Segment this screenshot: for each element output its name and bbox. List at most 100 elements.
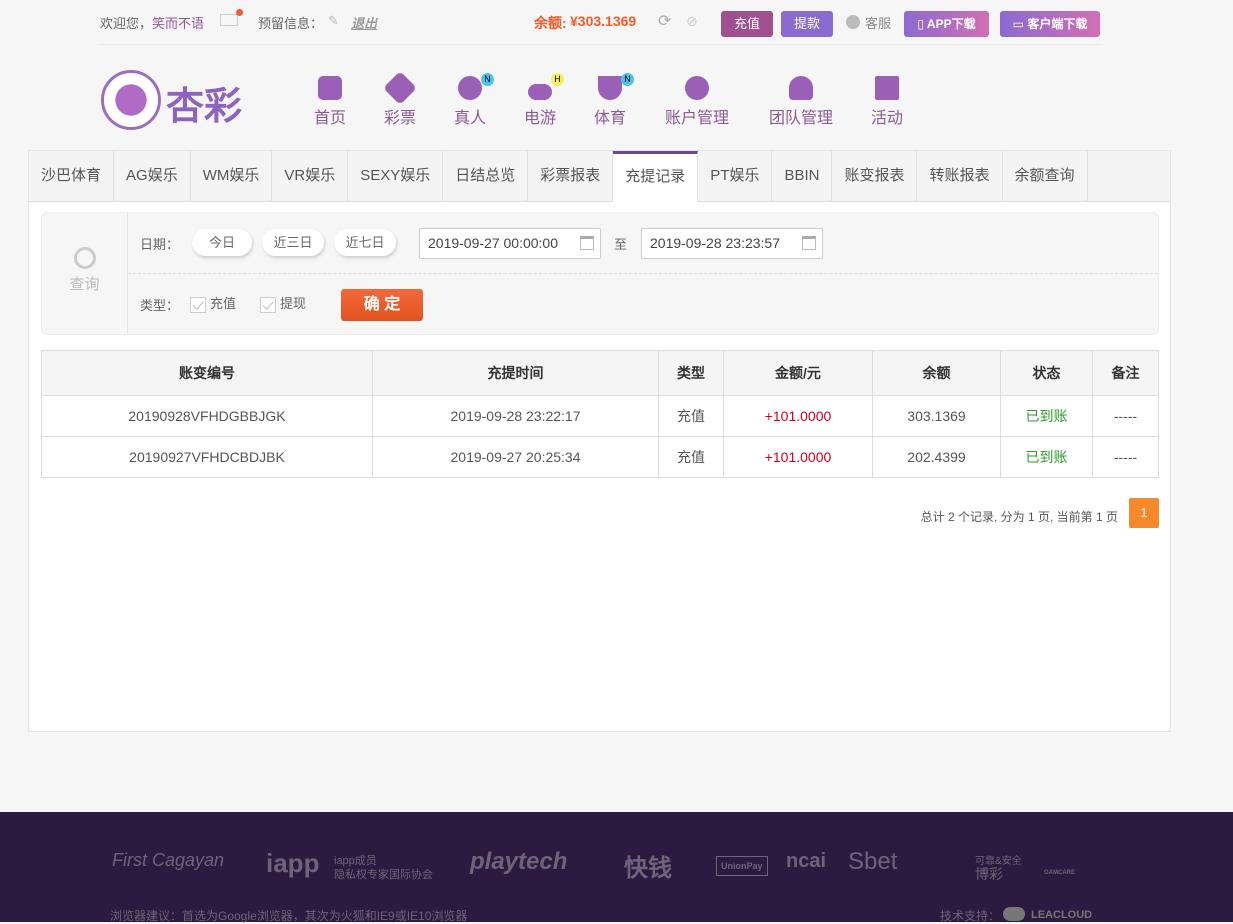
table-cell: 2019-09-27 20:25:34 bbox=[373, 437, 659, 478]
table-cell: 20190928VFHDGBBJGK bbox=[42, 396, 373, 437]
date-label: 日期： bbox=[140, 234, 179, 253]
home-icon bbox=[318, 76, 342, 100]
tab-2[interactable]: WM娱乐 bbox=[191, 151, 273, 201]
tab-6[interactable]: 彩票报表 bbox=[528, 151, 613, 201]
app-download-button[interactable]: ▯ APP下载 bbox=[904, 11, 989, 37]
table-cell: 充值 bbox=[659, 437, 724, 478]
table-cell: 2019-09-28 23:22:17 bbox=[373, 396, 659, 437]
page-1-button[interactable]: 1 bbox=[1129, 498, 1159, 528]
column-header: 类型 bbox=[659, 351, 724, 396]
service-icon[interactable] bbox=[846, 15, 860, 29]
dealer-icon: N bbox=[458, 76, 482, 100]
table-cell: 已到账 bbox=[1001, 396, 1093, 437]
hide-balance-icon[interactable]: ⊘ bbox=[686, 13, 698, 30]
partner-logo-first-cagayan: First Cagayan bbox=[112, 850, 224, 871]
deposit-button[interactable]: 充值 bbox=[721, 11, 773, 37]
gift-icon bbox=[875, 76, 899, 100]
nav-label: 彩票 bbox=[384, 110, 416, 127]
nav-team[interactable]: 团队管理 bbox=[767, 76, 835, 128]
withdraw-button[interactable]: 提款 bbox=[781, 11, 833, 37]
deposit-checkbox[interactable]: 充值 bbox=[190, 293, 236, 313]
nav-label: 电游 bbox=[524, 110, 556, 127]
nav-account[interactable]: 账户管理 bbox=[663, 76, 731, 128]
trophy-icon: N bbox=[598, 76, 622, 100]
tab-9[interactable]: BBIN bbox=[772, 151, 832, 201]
yen-coin-icon bbox=[685, 76, 709, 100]
edit-icon[interactable]: ✎ bbox=[328, 13, 339, 29]
last-3-days-button[interactable]: 近三日 bbox=[262, 229, 324, 256]
tab-7[interactable]: 充提记录 bbox=[613, 151, 698, 202]
username[interactable]: 笑而不语 bbox=[152, 13, 204, 32]
tab-8[interactable]: PT娱乐 bbox=[698, 151, 772, 201]
nav-label: 账户管理 bbox=[665, 110, 729, 127]
records-table: 账变编号充提时间类型金额/元余额状态备注 20190928VFHDGBBJGK2… bbox=[41, 350, 1159, 478]
tab-10[interactable]: 账变报表 bbox=[832, 151, 917, 201]
today-button[interactable]: 今日 bbox=[192, 229, 252, 256]
welcome-text: 欢迎您， bbox=[100, 13, 152, 32]
query-label: 查询 bbox=[42, 273, 127, 294]
tab-4[interactable]: SEXY娱乐 bbox=[348, 151, 443, 201]
tab-1[interactable]: AG娱乐 bbox=[114, 151, 191, 201]
deposit-checkbox-label: 充值 bbox=[210, 296, 236, 311]
table-cell: 20190927VFHDCBDJBK bbox=[42, 437, 373, 478]
nav-live[interactable]: N真人 bbox=[453, 76, 487, 128]
browser-tip: 浏览器建议：首选为Google浏览器，其次为火狐和IE9或IE10浏览器 bbox=[110, 907, 467, 924]
table-cell: 202.4399 bbox=[873, 437, 1001, 478]
nav-promotions[interactable]: 活动 bbox=[870, 76, 904, 128]
checkbox-icon bbox=[190, 297, 206, 313]
balance-value: ¥303.1369 bbox=[570, 13, 636, 29]
search-icon bbox=[74, 247, 96, 269]
logo-text[interactable]: 杏彩 bbox=[166, 75, 242, 130]
table-cell: 充值 bbox=[659, 396, 724, 437]
tab-3[interactable]: VR娱乐 bbox=[272, 151, 348, 201]
calendar-icon[interactable] bbox=[580, 236, 594, 250]
calendar-icon[interactable] bbox=[802, 236, 816, 250]
tab-0[interactable]: 沙巴体育 bbox=[29, 151, 114, 201]
partner-logo-ncai: ncai bbox=[786, 850, 826, 873]
confirm-button[interactable]: 确 定 bbox=[341, 289, 423, 321]
logo-emblem[interactable] bbox=[101, 70, 161, 130]
nav-egame[interactable]: H电游 bbox=[523, 76, 557, 128]
tab-11[interactable]: 转账报表 bbox=[917, 151, 1002, 201]
table-cell: 303.1369 bbox=[873, 396, 1001, 437]
withdraw-checkbox[interactable]: 提现 bbox=[260, 293, 306, 313]
nav-label: 活动 bbox=[871, 110, 903, 127]
end-date-input[interactable]: 2019-09-28 23:23:57 bbox=[641, 228, 823, 259]
column-header: 状态 bbox=[1001, 351, 1093, 396]
partner-logo-kuaiqian: 快钱 bbox=[624, 848, 672, 883]
table-cell: +101.0000 bbox=[724, 396, 873, 437]
table-row: 20190928VFHDGBBJGK2019-09-28 23:22:17充值+… bbox=[42, 396, 1159, 437]
nav-label: 团队管理 bbox=[769, 110, 833, 127]
refresh-icon[interactable]: ⟳ bbox=[658, 11, 671, 31]
mail-icon[interactable] bbox=[220, 14, 238, 26]
column-header: 金额/元 bbox=[724, 351, 873, 396]
nav-home[interactable]: 首页 bbox=[313, 76, 347, 128]
service-link[interactable]: 客服 bbox=[865, 13, 891, 32]
partner-logo-unionpay: UnionPay bbox=[716, 856, 768, 876]
pagination-summary: 总计 2 个记录, 分为 1 页, 当前第 1 页 bbox=[921, 508, 1118, 525]
new-badge: N bbox=[621, 73, 634, 86]
last-7-days-button[interactable]: 近七日 bbox=[334, 229, 396, 256]
report-tabs: 沙巴体育AG娱乐WM娱乐VR娱乐SEXY娱乐日结总览彩票报表充提记录PT娱乐BB… bbox=[29, 151, 1170, 202]
partner-logo-sbet: Sbet bbox=[848, 848, 897, 876]
nav-sports[interactable]: N体育 bbox=[593, 76, 627, 128]
balance-label: 余额: bbox=[534, 13, 567, 33]
client-download-button[interactable]: ▭ 客户端下载 bbox=[1000, 11, 1100, 37]
logout-link[interactable]: 退出 bbox=[351, 13, 377, 32]
start-date-input[interactable]: 2019-09-27 00:00:00 bbox=[419, 228, 601, 259]
phone-icon: ▯ bbox=[917, 17, 927, 31]
query-box: 查询 日期： 今日 近三日 近七日 2019-09-27 00:00:00 至 … bbox=[41, 212, 1159, 335]
tech-support-label: 技术支持： bbox=[940, 907, 1000, 924]
type-label: 类型： bbox=[140, 295, 179, 314]
checkbox-icon bbox=[260, 297, 276, 313]
client-download-label: 客户端下载 bbox=[1027, 17, 1087, 31]
partner-logo-gamcare: GAMCARE bbox=[1044, 870, 1075, 876]
ticket-icon bbox=[383, 71, 417, 105]
withdraw-checkbox-label: 提现 bbox=[280, 296, 306, 311]
query-side: 查询 bbox=[42, 213, 128, 334]
column-header: 账变编号 bbox=[42, 351, 373, 396]
tab-12[interactable]: 余额查询 bbox=[1003, 151, 1088, 201]
new-badge: N bbox=[481, 73, 494, 86]
tab-5[interactable]: 日结总览 bbox=[443, 151, 528, 201]
nav-lottery[interactable]: 彩票 bbox=[383, 76, 417, 128]
